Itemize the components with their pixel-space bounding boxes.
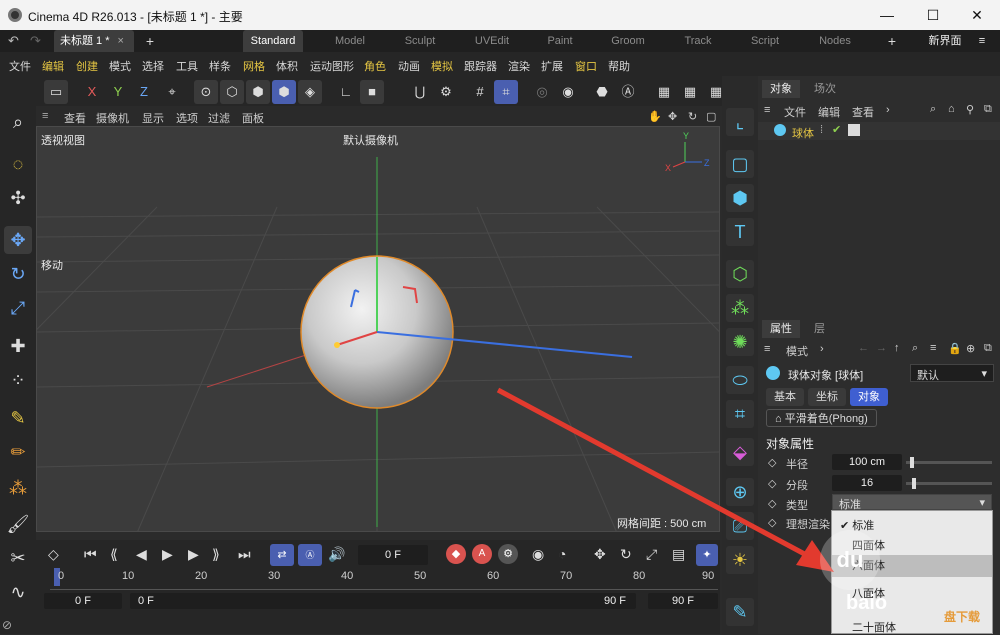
watermark-text: baio: [846, 592, 888, 614]
paw-watermark-icon: du: [820, 530, 880, 590]
site-watermark: 盘下载: [944, 610, 981, 624]
arrow-shaft: [496, 387, 814, 561]
